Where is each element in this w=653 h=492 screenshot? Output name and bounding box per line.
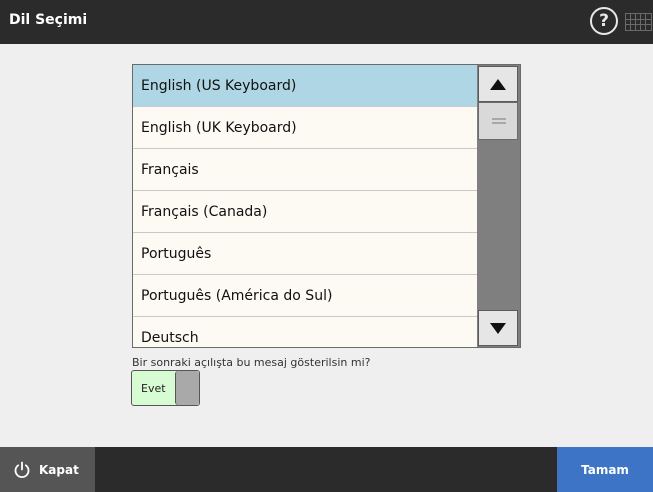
help-button[interactable]: ? xyxy=(586,3,622,39)
scroll-down-button[interactable] xyxy=(478,310,518,346)
language-list-item[interactable]: Português xyxy=(133,233,477,275)
arrow-up-icon xyxy=(490,78,506,90)
footer-bar: Kapat Tamam xyxy=(0,447,653,492)
toggle-knob[interactable] xyxy=(175,371,199,405)
grip-line xyxy=(492,118,506,120)
language-list-item[interactable]: Français xyxy=(133,149,477,191)
close-label: Kapat xyxy=(39,462,79,477)
show-message-prompt: Bir sonraki açılışta bu mesaj gösterilsi… xyxy=(132,356,371,369)
language-list[interactable]: English (US Keyboard) English (UK Keyboar… xyxy=(133,65,477,347)
page-title: Dil Seçimi xyxy=(9,12,88,28)
show-message-toggle[interactable]: Evet xyxy=(131,370,200,406)
close-button[interactable]: Kapat xyxy=(0,447,95,492)
keyboard-icon xyxy=(625,13,652,31)
scroll-up-button[interactable] xyxy=(478,66,518,102)
toggle-label: Evet xyxy=(141,382,166,395)
language-list-item[interactable]: Português (América do Sul) xyxy=(133,275,477,317)
language-list-item[interactable]: English (US Keyboard) xyxy=(133,65,477,107)
grip-line xyxy=(492,122,506,124)
arrow-down-icon xyxy=(490,322,506,334)
power-icon xyxy=(14,461,30,478)
keyboard-button[interactable] xyxy=(624,8,653,36)
language-listbox[interactable]: English (US Keyboard) English (UK Keyboar… xyxy=(132,64,521,348)
language-list-item[interactable]: Deutsch xyxy=(133,317,477,347)
scroll-thumb[interactable] xyxy=(478,102,518,140)
title-bar: Dil Seçimi ? xyxy=(0,0,653,44)
language-list-item[interactable]: Français (Canada) xyxy=(133,191,477,233)
help-icon: ? xyxy=(590,7,618,35)
language-list-item[interactable]: English (UK Keyboard) xyxy=(133,107,477,149)
list-scrollbar[interactable] xyxy=(477,65,520,347)
ok-button[interactable]: Tamam xyxy=(557,447,653,492)
